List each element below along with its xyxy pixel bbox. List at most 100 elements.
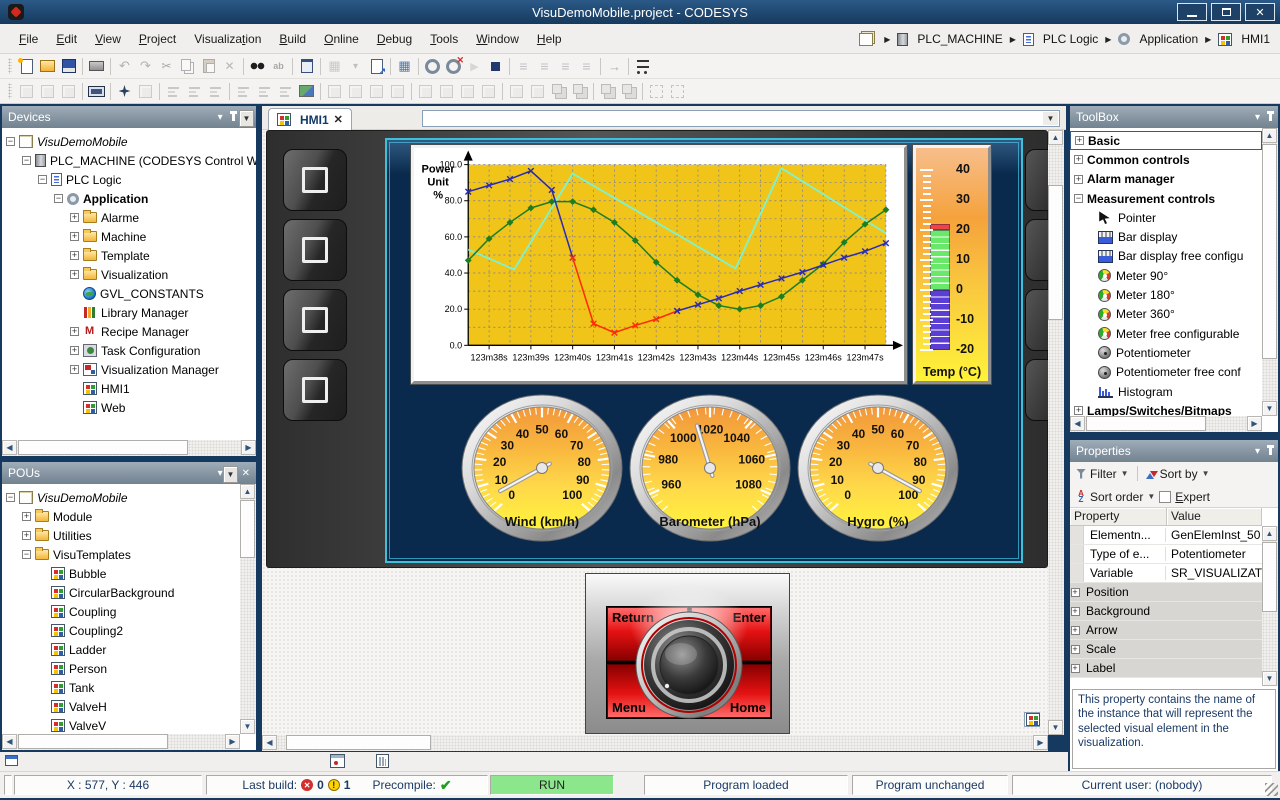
tree-item-valvev[interactable]: ValveV	[2, 716, 240, 734]
property-row-position[interactable]: +Position	[1070, 583, 1262, 602]
editor-hscrollbar[interactable]: ◀▶	[262, 735, 1048, 751]
tree-item-tank[interactable]: Tank	[2, 678, 240, 697]
toolbox-bar-display[interactable]: Bar display	[1070, 227, 1262, 246]
trend-chart[interactable]: 0.020.040.060.080.0100.0123m38s123m39s12…	[411, 145, 907, 384]
toolbox-potentiometer[interactable]: Potentiometer	[1070, 343, 1262, 362]
expert-checkbox[interactable]	[1159, 491, 1171, 503]
temperature-bar-display[interactable]: 403020100-10-20Temp (°C)	[913, 145, 991, 384]
toolbox-potentiometer-free-conf[interactable]: Potentiometer free conf	[1070, 363, 1262, 382]
collapse-icon[interactable]: −	[38, 175, 47, 184]
nav-button-2[interactable]	[283, 219, 347, 281]
pous-vscrollbar[interactable]: ▲▼	[240, 484, 256, 734]
breadcrumb-application[interactable]: Application	[1139, 32, 1198, 46]
pous-combo-button[interactable]: ▼	[223, 466, 238, 483]
tree-item-ladder[interactable]: Ladder	[2, 640, 240, 659]
nav-button-3-right[interactable]	[1025, 289, 1048, 351]
menu-visualization[interactable]: Visualization	[185, 28, 270, 50]
collapse-icon[interactable]: −	[6, 137, 15, 146]
document-path-combo[interactable]: ▼	[422, 110, 1060, 127]
toolbar-paste[interactable]	[198, 56, 219, 77]
collapse-icon[interactable]: −	[1074, 194, 1083, 203]
toolbar-bring-to-front[interactable]	[597, 81, 618, 102]
menu-project[interactable]: Project	[130, 28, 185, 50]
menu-tools[interactable]: Tools	[421, 28, 467, 50]
expand-icon[interactable]: +	[70, 270, 79, 279]
toolbox-bar-display-free-configu[interactable]: Bar display free configu	[1070, 247, 1262, 266]
toolbox-basic[interactable]: +Basic	[1070, 131, 1262, 150]
toolbar-distribute-horizontal[interactable]	[415, 81, 436, 102]
gauge-barometer-hpa[interactable]: 96098010001020104010601080Barometer (hPa…	[627, 392, 793, 548]
resize-grip[interactable]	[1265, 783, 1278, 796]
tree-item-module[interactable]: +Module	[2, 507, 240, 526]
breadcrumb-plc-logic[interactable]: PLC Logic	[1043, 32, 1098, 46]
toolbar-deselect-elements[interactable]	[667, 81, 688, 102]
toolbar-center-vertical[interactable]	[478, 81, 499, 102]
expand-icon[interactable]: +	[1074, 175, 1083, 184]
column-value[interactable]: Value	[1167, 508, 1262, 526]
tree-item-machine[interactable]: +Machine	[2, 227, 256, 246]
toolbox-measurement-controls[interactable]: −Measurement controls	[1070, 189, 1262, 208]
menu-edit[interactable]: Edit	[47, 28, 86, 50]
expand-icon[interactable]: +	[1071, 588, 1080, 597]
toolbar-start[interactable]	[464, 56, 485, 77]
toolbox-meter-360[interactable]: Meter 360°	[1070, 305, 1262, 324]
tree-item-bubble[interactable]: Bubble	[2, 564, 240, 583]
nav-button-2-right[interactable]	[1025, 219, 1048, 281]
toolbar-align-middle[interactable]	[254, 81, 275, 102]
panel-close-icon[interactable]: ✕	[242, 468, 250, 479]
tree-item-web[interactable]: Web	[2, 398, 256, 417]
nav-button-1[interactable]	[283, 149, 347, 211]
expand-icon[interactable]: +	[22, 531, 31, 540]
message-window-icon[interactable]	[5, 755, 18, 766]
toolbar-select-elements[interactable]	[646, 81, 667, 102]
toolbox-vscrollbar[interactable]: ▲▼	[1262, 128, 1278, 416]
pin-icon[interactable]	[232, 113, 235, 121]
property-row-variable[interactable]: VariableSR_VISUALIZATI...	[1070, 564, 1262, 583]
expand-icon[interactable]: +	[70, 365, 79, 374]
toolbar-find[interactable]	[247, 56, 268, 77]
cursor-hand-icon[interactable]	[376, 754, 389, 768]
toolbar-step-over[interactable]	[513, 56, 534, 77]
toolbar-redo[interactable]	[135, 56, 156, 77]
collapse-icon[interactable]: −	[22, 156, 31, 165]
tree-item-circularbackground[interactable]: CircularBackground	[2, 583, 240, 602]
control-pad[interactable]: Return Enter Menu Home	[585, 573, 790, 734]
properties-vscrollbar[interactable]: ▲▼	[1262, 526, 1278, 686]
toolbar-undo[interactable]	[114, 56, 135, 77]
pin-icon[interactable]	[1269, 447, 1272, 455]
chevron-down-icon[interactable]: ▼	[1147, 492, 1155, 501]
toolbox-lamps-switches-bitmaps[interactable]: +Lamps/Switches/Bitmaps	[1070, 401, 1262, 416]
breadcrumb-hmi1[interactable]: HMI1	[1241, 32, 1270, 46]
toolbar-run-to-cursor[interactable]	[576, 56, 597, 77]
column-property[interactable]: Property	[1070, 508, 1167, 526]
toolbar-same-width[interactable]	[324, 81, 345, 102]
toolbar-new-project[interactable]	[16, 56, 37, 77]
menu-view[interactable]: View	[86, 28, 130, 50]
gauge-wind-km-h[interactable]: 0102030405060708090100Wind (km/h)	[459, 392, 625, 548]
expand-icon[interactable]: +	[1071, 607, 1080, 616]
toolbar-stop[interactable]	[485, 56, 506, 77]
toolbar-build[interactable]	[324, 56, 345, 77]
toolbar-copy[interactable]	[177, 56, 198, 77]
toolbar-element-list[interactable]	[58, 81, 79, 102]
tree-item-visudemomobile[interactable]: −VisuDemoMobile	[2, 132, 256, 151]
tab-hmi1[interactable]: HMI1 ✕	[268, 108, 352, 130]
breadcrumb-plc-machine[interactable]: PLC_MACHINE	[917, 32, 1002, 46]
gauge-hygro[interactable]: 0102030405060708090100Hygro (%)	[795, 392, 961, 548]
toolbox-meter-free-configurable[interactable]: Meter free configurable	[1070, 324, 1262, 343]
tree-item-library-manager[interactable]: Library Manager	[2, 303, 256, 322]
collapse-icon[interactable]: −	[6, 493, 15, 502]
menu-build[interactable]: Build	[270, 28, 315, 50]
panel-menu-icon[interactable]: ▾	[218, 112, 223, 123]
expand-icon[interactable]: +	[70, 327, 79, 336]
toolbar-size-to-grid[interactable]	[387, 81, 408, 102]
toolbar-reset[interactable]	[604, 56, 625, 77]
menu-debug[interactable]: Debug	[368, 28, 421, 50]
collapse-icon[interactable]: −	[54, 194, 63, 203]
expand-icon[interactable]: +	[70, 251, 79, 260]
toolbar-step-out[interactable]	[555, 56, 576, 77]
toolbar-center-horizontal[interactable]	[457, 81, 478, 102]
menu-window[interactable]: Window	[467, 28, 528, 50]
potentiometer-knob[interactable]	[634, 610, 744, 720]
toolbox-pointer[interactable]: Pointer	[1070, 208, 1262, 227]
